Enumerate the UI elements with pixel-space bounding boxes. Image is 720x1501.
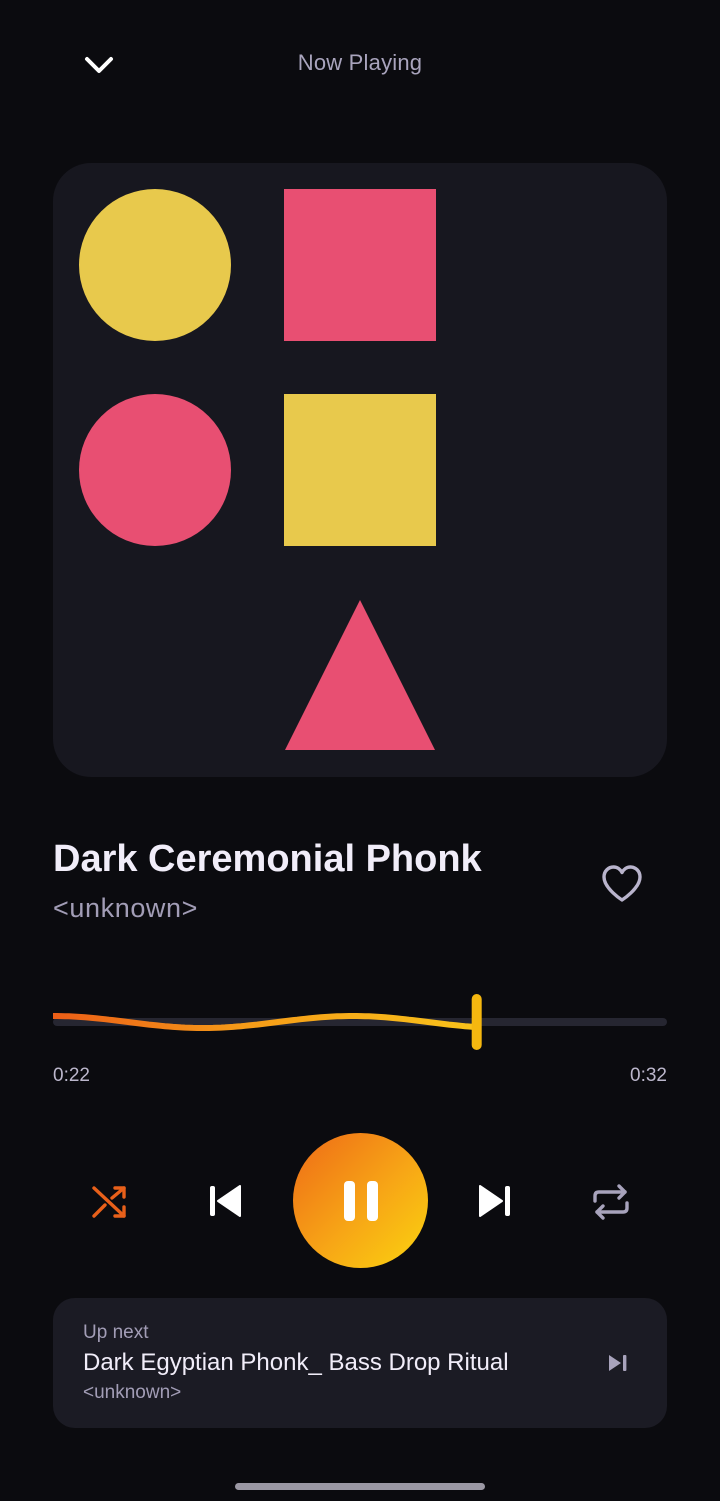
album-artwork bbox=[53, 163, 667, 777]
skip-next-icon bbox=[479, 1185, 510, 1217]
heart-outline-icon bbox=[602, 865, 642, 902]
track-title: Dark Ceremonial Phonk bbox=[53, 838, 482, 880]
previous-button[interactable] bbox=[202, 1178, 248, 1224]
pause-button[interactable] bbox=[293, 1133, 428, 1268]
next-button[interactable] bbox=[472, 1178, 518, 1224]
art-square-yellow bbox=[284, 394, 436, 546]
repeat-icon bbox=[593, 1184, 629, 1220]
album-art-shapes bbox=[79, 189, 436, 750]
seek-progress bbox=[50, 1013, 480, 1031]
up-next-label: Up next bbox=[83, 1322, 149, 1343]
up-next-skip-button[interactable] bbox=[598, 1348, 638, 1378]
top-bar: Now Playing bbox=[0, 0, 720, 130]
page-title: Now Playing bbox=[297, 50, 423, 75]
art-triangle-pink bbox=[285, 600, 435, 750]
shuffle-button[interactable] bbox=[86, 1178, 134, 1226]
art-circle-pink bbox=[79, 394, 231, 546]
up-next-card[interactable]: Up next Dark Egyptian Phonk_ Bass Drop R… bbox=[53, 1298, 667, 1428]
art-circle-yellow bbox=[79, 189, 231, 341]
seek-thumb bbox=[471, 994, 482, 1050]
home-indicator bbox=[235, 1483, 485, 1490]
up-next-title: Dark Egyptian Phonk_ Bass Drop Ritual bbox=[83, 1349, 509, 1376]
art-square-pink bbox=[284, 189, 436, 341]
skip-previous-icon bbox=[210, 1185, 241, 1217]
elapsed-time: 0:22 bbox=[53, 1065, 90, 1086]
shuffle-icon bbox=[92, 1186, 126, 1218]
pause-icon bbox=[343, 1180, 378, 1221]
skip-next-small-icon bbox=[609, 1355, 627, 1371]
total-duration: 0:32 bbox=[630, 1065, 667, 1086]
track-artist: <unknown> bbox=[53, 893, 199, 923]
seek-bar[interactable] bbox=[50, 990, 667, 1054]
favorite-button[interactable] bbox=[594, 856, 650, 912]
up-next-artist: <unknown> bbox=[83, 1382, 182, 1403]
repeat-button[interactable] bbox=[587, 1178, 635, 1226]
